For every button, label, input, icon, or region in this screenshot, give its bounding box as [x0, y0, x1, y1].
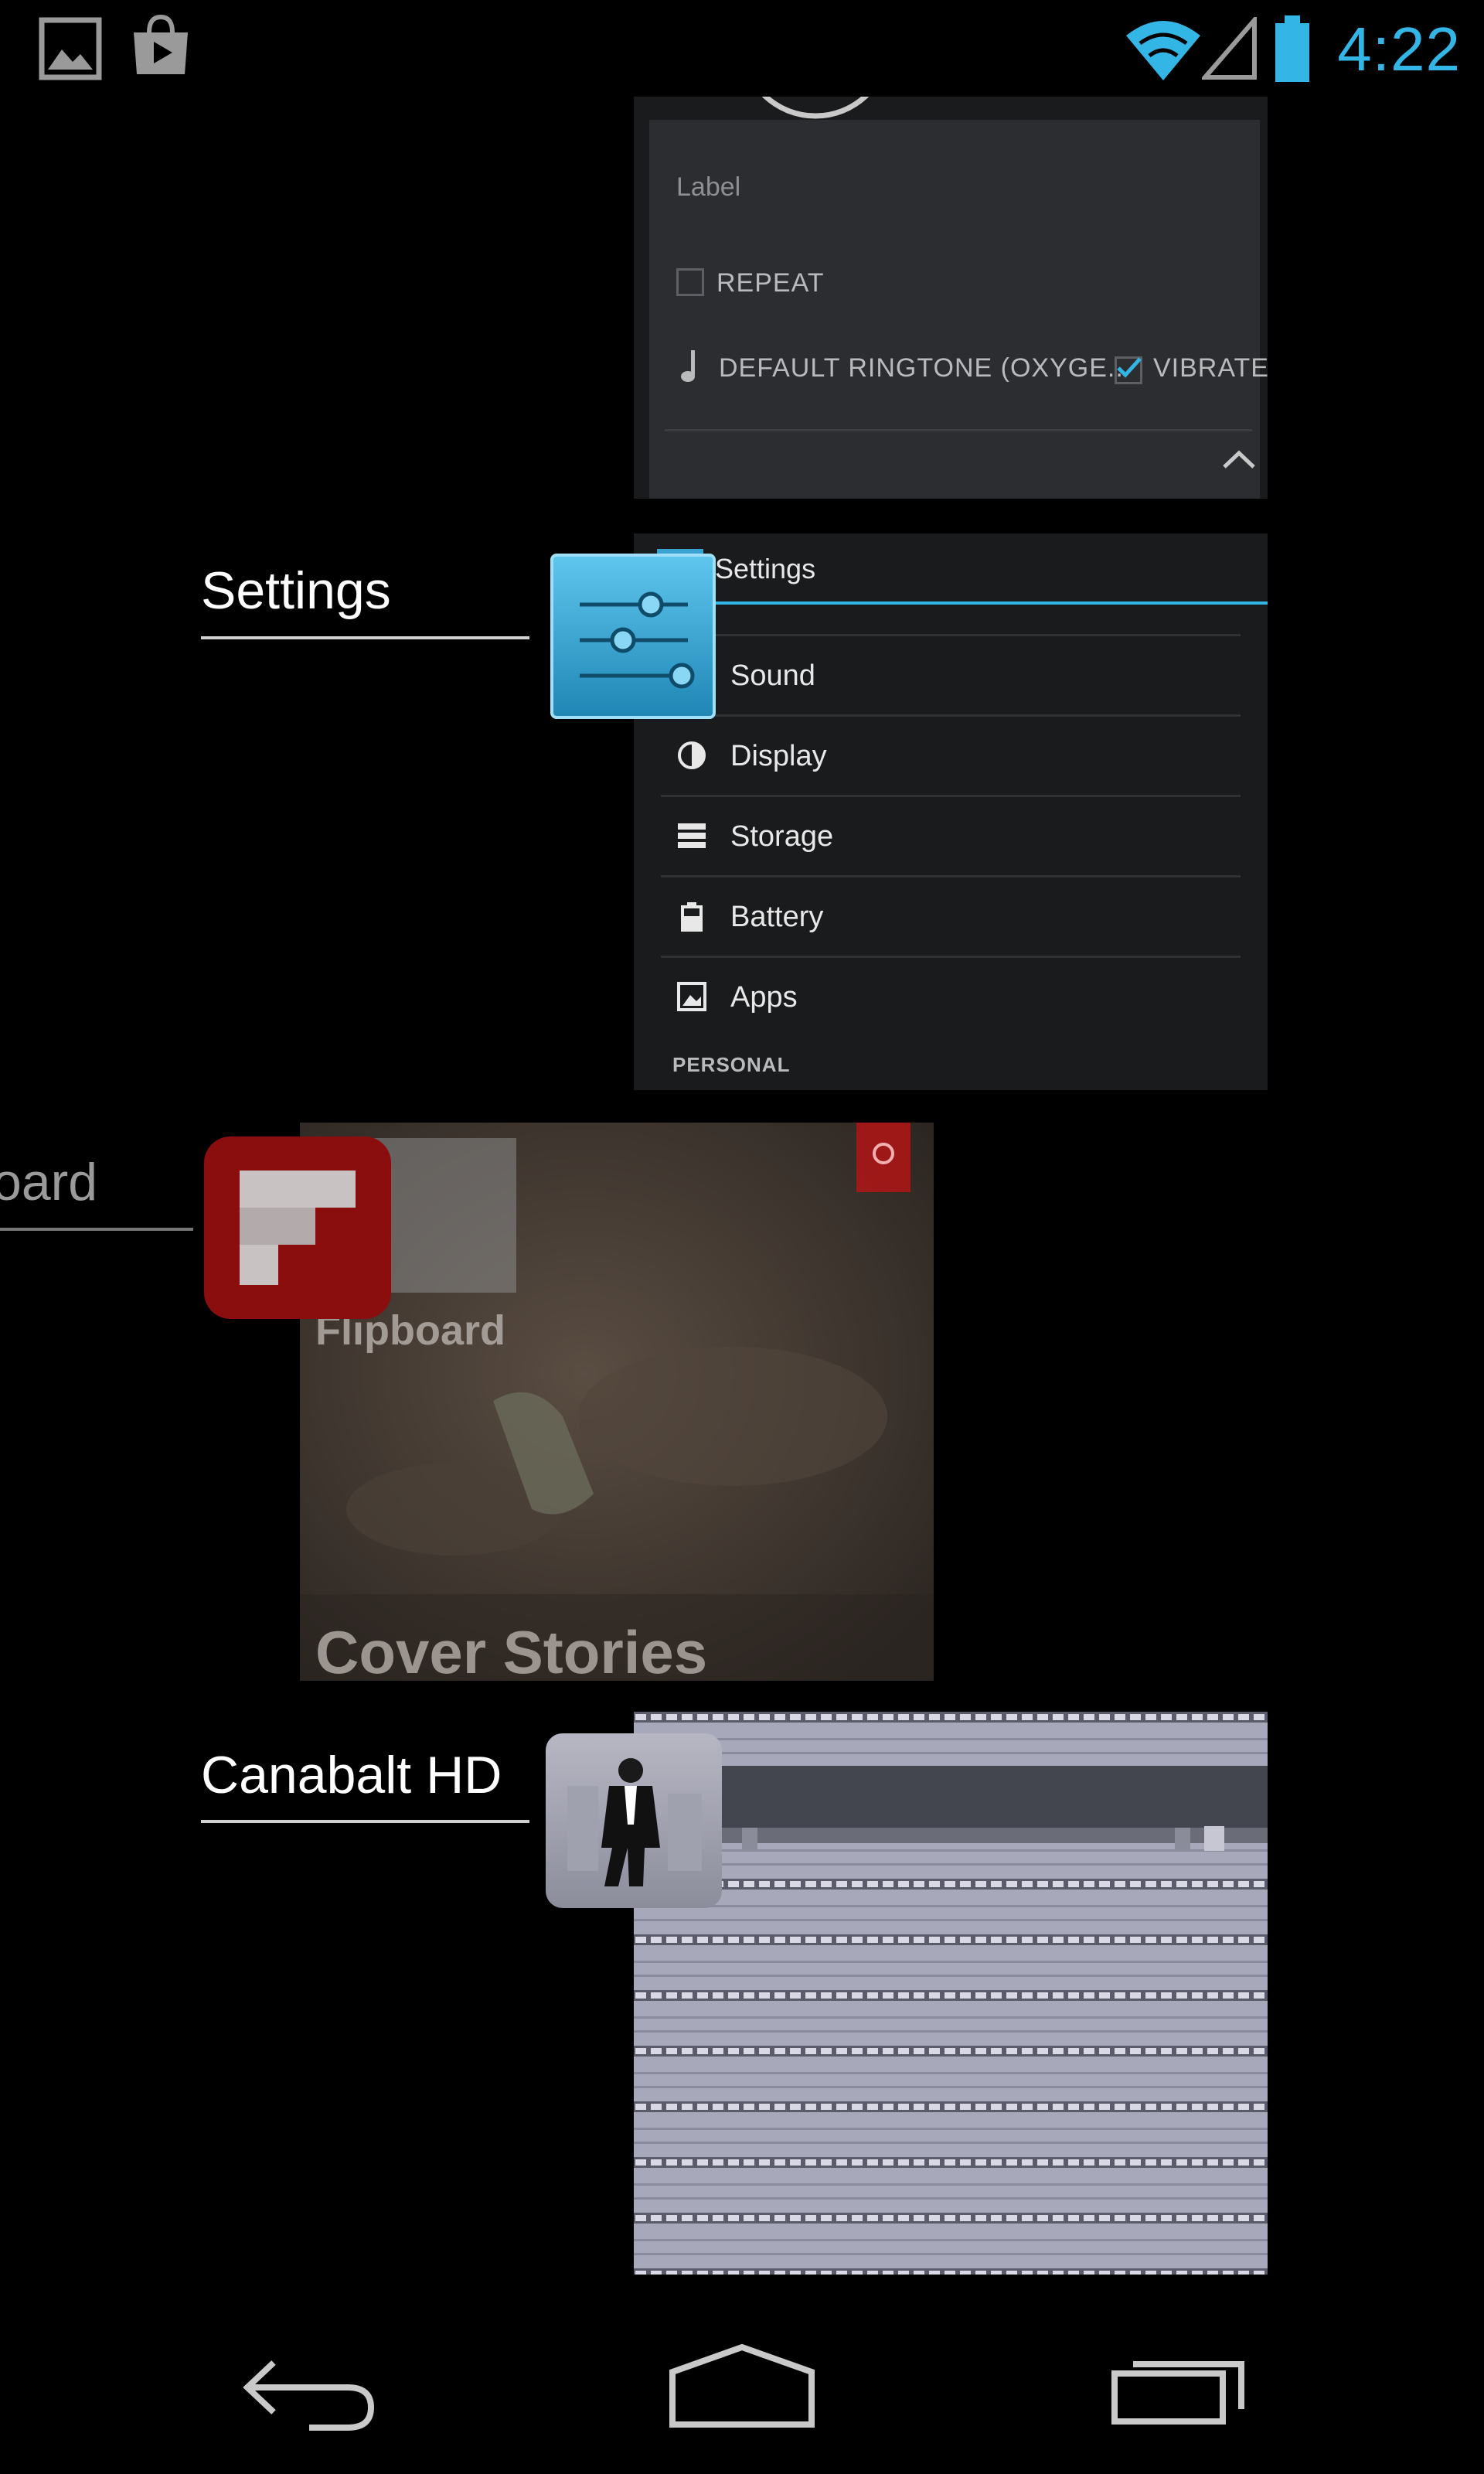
play-store-notification-icon [134, 14, 188, 74]
status-bar: 4:22 [0, 0, 1484, 97]
game-scene-image [634, 1712, 1268, 2275]
battery-settings-icon [681, 902, 703, 932]
battery-icon [1275, 15, 1309, 82]
clock-time: 4:22 [1337, 15, 1461, 83]
alarm-label-field[interactable]: Label [676, 172, 740, 203]
settings-item-apps[interactable]: Apps [661, 956, 1241, 1038]
settings-title: Settings [715, 553, 816, 584]
signal-icon [1202, 17, 1257, 80]
settings-item-display[interactable]: Display [661, 714, 1241, 797]
settings-item-label: Battery [730, 901, 824, 933]
collapse-chevron-icon[interactable] [1221, 448, 1257, 472]
canabalt-app-icon[interactable] [544, 1732, 723, 1910]
ringtone-label[interactable]: DEFAULT RINGTONE (OXYGE.. [719, 353, 1124, 383]
action-bar-underline [696, 601, 1268, 605]
settings-item-label: Display [730, 740, 827, 772]
label-underline [201, 636, 529, 639]
navigation-bar [0, 2319, 1484, 2474]
wifi-icon [1126, 21, 1200, 80]
flipboard-caption: Cover Stories [315, 1618, 708, 1681]
recent-app-label-settings[interactable]: Settings [201, 561, 391, 621]
recent-apps-icon[interactable] [1110, 2347, 1249, 2428]
apps-icon [677, 982, 706, 1011]
repeat-label: REPEAT [716, 268, 825, 298]
settings-item-sound[interactable]: Sound [661, 634, 1241, 717]
recent-app-thumbnail-canabalt[interactable] [634, 1712, 1268, 2275]
recent-app-thumbnail-flipboard[interactable]: Flipboard Cover Stories [300, 1123, 934, 1681]
settings-item-battery[interactable]: Battery [661, 875, 1241, 958]
recent-app-thumbnail-clock[interactable]: Label REPEAT DEFAULT RINGTONE (OXYGE.. V… [634, 97, 1268, 499]
label-underline [201, 1820, 529, 1823]
recent-app-label-flipboard[interactable]: oard [0, 1152, 97, 1212]
recent-app-label-canabalt[interactable]: Canabalt HD [201, 1745, 502, 1805]
display-icon [678, 741, 706, 769]
settings-item-label: Apps [730, 981, 798, 1014]
recent-app-thumbnail-settings[interactable]: Settings Sound Display Storage Battery A [634, 533, 1268, 1090]
checkmark-icon [1117, 357, 1142, 378]
music-note-icon [681, 350, 695, 382]
flipboard-app-icon[interactable] [203, 1135, 393, 1320]
settings-section-header: PERSONAL [672, 1053, 791, 1076]
storage-icon [678, 823, 706, 848]
settings-app-icon[interactable] [549, 541, 719, 721]
back-icon[interactable] [240, 2347, 379, 2432]
cover-photo-image [300, 1123, 934, 1681]
settings-item-label: Sound [730, 659, 815, 692]
vibrate-checkbox[interactable] [1115, 356, 1142, 384]
divider [665, 429, 1252, 431]
settings-item-storage[interactable]: Storage [661, 795, 1241, 877]
repeat-checkbox[interactable] [676, 268, 704, 296]
settings-item-label: Storage [730, 820, 834, 853]
home-icon[interactable] [666, 2343, 818, 2429]
gallery-notification-icon [39, 17, 102, 80]
vibrate-label: VIBRATE [1153, 353, 1268, 383]
label-underline [0, 1228, 193, 1231]
alarm-card: Label REPEAT DEFAULT RINGTONE (OXYGE.. V… [649, 120, 1268, 499]
